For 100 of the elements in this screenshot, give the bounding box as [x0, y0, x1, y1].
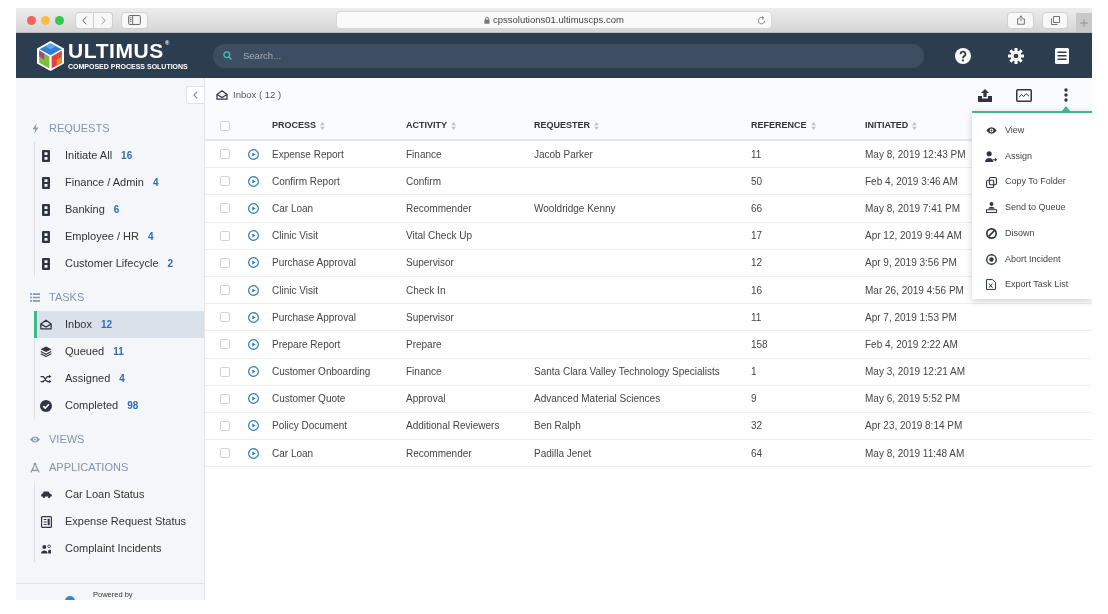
menu-item[interactable]: Abort Incident	[972, 246, 1092, 273]
initiated-date: May 6, 2019 5:52 PM	[865, 392, 961, 407]
initiated-date: Apr 23, 2019 8:14 PM	[865, 419, 963, 434]
item-count: 12	[100, 318, 113, 332]
checkbox[interactable]	[220, 312, 230, 323]
column-header[interactable]: PROCESS	[272, 118, 325, 133]
tabs-button[interactable]	[1042, 11, 1068, 29]
search-field[interactable]: Search...	[213, 43, 924, 68]
sidebar-item[interactable]: Finance / Admin 4	[35, 169, 204, 196]
column-header[interactable]: REFERENCE	[751, 118, 816, 133]
help-icon[interactable]	[955, 47, 971, 64]
menu-item[interactable]: Assign	[972, 143, 1092, 170]
process-name: Car Loan	[272, 446, 314, 461]
menu-item[interactable]: Copy To Folder	[972, 169, 1092, 196]
item-label: Queued	[65, 344, 105, 360]
sidebar-item[interactable]: Initiate All 16	[35, 142, 204, 169]
item-label: Customer Lifecycle	[65, 256, 159, 272]
checkbox[interactable]	[220, 257, 230, 268]
sidebar-item[interactable]: Employee / HR 4	[35, 223, 204, 250]
checkbox[interactable]	[220, 420, 230, 431]
play-circle-icon[interactable]	[248, 284, 259, 296]
bolt-icon	[31, 122, 39, 134]
item-count: 11	[113, 345, 124, 359]
back-button[interactable]	[75, 11, 94, 29]
activity-name: Recommender	[406, 446, 472, 461]
requester-name: Advanced Material Sciences	[534, 392, 661, 407]
initiated-date: Apr 7, 2019 1:53 PM	[865, 310, 957, 325]
sort-icon	[451, 121, 456, 130]
sidebar-item[interactable]: Expense Request Status	[35, 508, 204, 535]
requester-name: Jacob Parker	[534, 147, 593, 162]
sidebar-item[interactable]: Banking 6	[35, 196, 204, 223]
item-count: 4	[119, 372, 125, 386]
menu-item[interactable]: View	[972, 118, 1092, 144]
menu-item[interactable]: Export Task List	[972, 272, 1092, 298]
url-text: cpssolutions01.ultimuscps.com	[493, 15, 624, 25]
chevron-left-icon	[193, 91, 198, 99]
play-circle-icon[interactable]	[248, 202, 259, 214]
checkbox[interactable]	[220, 366, 230, 377]
play-circle-icon[interactable]	[248, 230, 259, 242]
reload-icon[interactable]	[757, 15, 766, 25]
sidebar-item[interactable]: Complaint Incidents	[35, 535, 204, 562]
requester-name: Padilla Jenet	[534, 446, 592, 461]
sort-icon	[810, 121, 816, 130]
play-circle-icon[interactable]	[248, 148, 259, 160]
sidebar-item[interactable]: Queued 11	[35, 338, 204, 365]
sort-icon	[594, 121, 599, 130]
process-name: Clinic Visit	[272, 229, 318, 244]
play-circle-icon[interactable]	[248, 338, 259, 350]
play-circle-icon[interactable]	[248, 175, 259, 187]
play-circle-icon[interactable]	[248, 366, 259, 378]
sidebar-toggle-button[interactable]	[121, 11, 148, 29]
checkbox[interactable]	[220, 285, 230, 296]
sidebar-item[interactable]: Assigned 4	[35, 365, 204, 392]
checkbox[interactable]	[220, 176, 230, 187]
menu-item[interactable]: Send to Queue	[972, 195, 1092, 221]
upload-icon[interactable]	[978, 88, 992, 102]
play-circle-icon[interactable]	[248, 257, 259, 269]
lock-icon	[484, 16, 490, 24]
sidebar-item[interactable]: Customer Lifecycle 2	[35, 250, 204, 277]
chevron-left-icon	[82, 15, 87, 25]
checkbox[interactable]	[220, 339, 230, 350]
window-close-icon[interactable]	[27, 15, 36, 25]
sidebar-item[interactable]: Car Loan Status	[35, 481, 204, 508]
checkbox[interactable]	[220, 149, 230, 160]
record-icon	[985, 253, 997, 265]
sidebar-item[interactable]: Inbox 12	[34, 311, 204, 338]
copy-icon	[985, 176, 997, 188]
checkbox[interactable]	[220, 448, 230, 459]
more-icon[interactable]	[1064, 88, 1068, 102]
share-button[interactable]	[1007, 11, 1034, 29]
window-zoom-icon[interactable]	[55, 15, 64, 25]
chart-icon[interactable]	[1016, 88, 1032, 102]
settings-icon[interactable]	[1008, 47, 1024, 64]
reference-number: 11	[751, 310, 762, 325]
list-icon[interactable]	[1055, 47, 1069, 64]
activity-name: Supervisor	[406, 256, 454, 271]
building-icon	[42, 176, 50, 189]
section-title: VIEWS	[49, 433, 85, 445]
initiated-date: Feb 4, 2019 2:22 AM	[865, 337, 958, 352]
menu-item[interactable]: Disown	[972, 220, 1092, 247]
initiated-date: May 8, 2019 12:43 PM	[865, 147, 966, 162]
checkbox[interactable]	[220, 120, 230, 131]
item-label: Employee / HR	[65, 229, 139, 245]
play-circle-icon[interactable]	[248, 420, 259, 432]
address-bar[interactable]: cpssolutions01.ultimuscps.com	[336, 11, 772, 29]
checkbox[interactable]	[220, 203, 230, 214]
checkbox[interactable]	[220, 393, 230, 404]
layers-icon	[40, 346, 52, 357]
play-circle-icon[interactable]	[248, 447, 259, 459]
item-label: Inbox	[65, 317, 92, 333]
item-count: 4	[148, 230, 154, 244]
checkbox[interactable]	[220, 230, 230, 241]
play-circle-icon[interactable]	[248, 311, 259, 323]
sort-icon	[912, 121, 918, 130]
sidebar-item[interactable]: Completed 98	[35, 392, 204, 419]
column-header[interactable]: INITIATED	[865, 118, 918, 133]
reference-number: 17	[751, 229, 763, 244]
column-header[interactable]: ACTIVITY	[406, 118, 456, 133]
play-circle-icon[interactable]	[248, 393, 259, 405]
column-header[interactable]: REQUESTER	[534, 118, 599, 133]
